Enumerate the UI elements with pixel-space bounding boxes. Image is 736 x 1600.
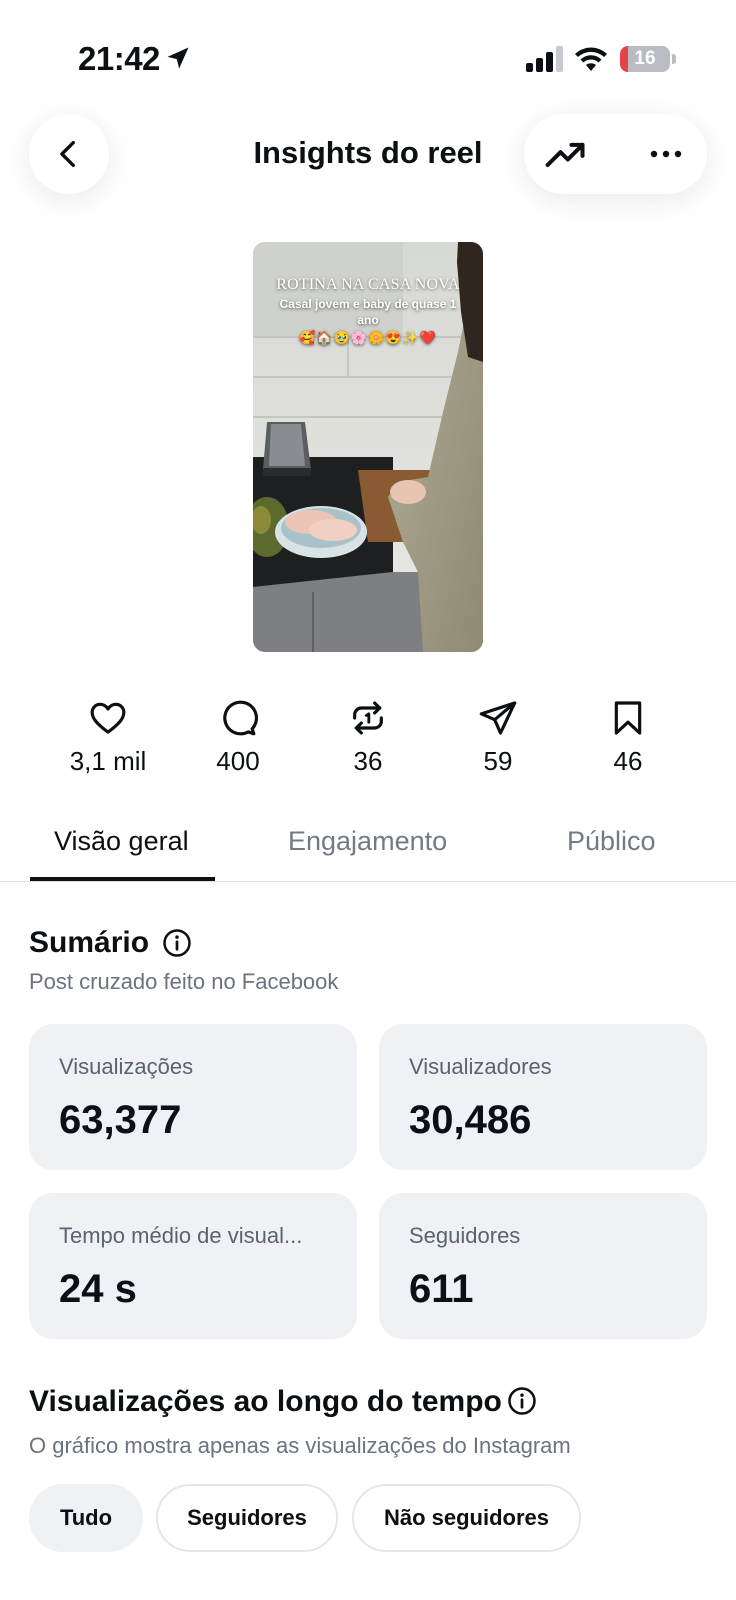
stat-likes-value: 3,1 mil [69,746,147,776]
stat-shares-value: 59 [483,746,513,776]
reel-overlay-text: ROTINA NA CASA NOVA Casal jovem e baby d… [253,276,483,346]
info-icon[interactable] [162,928,192,958]
share-icon [479,701,517,735]
metric-value: 24 s [59,1267,137,1311]
metric-label: Tempo médio de visual... [59,1223,303,1248]
battery-tip [672,54,676,64]
reel-overlay-title: ROTINA NA CASA NOVA [276,276,460,293]
stat-comments[interactable]: 400 [173,698,303,777]
info-icon[interactable] [507,1386,537,1416]
filter-chip-followers[interactable]: Seguidores [156,1484,338,1552]
heart-icon [90,702,126,734]
stat-shares[interactable]: 59 [433,698,563,777]
back-button[interactable] [29,114,109,194]
summary-title: Sumário [29,926,150,959]
stat-saves[interactable]: 46 [563,698,693,777]
wifi-icon [575,47,607,71]
tab-engagement[interactable]: Engajamento [288,826,447,857]
more-options-button[interactable] [642,130,690,178]
metric-card-viewers[interactable]: Visualizadores 30,486 [379,1024,707,1170]
summary-subtitle: Post cruzado feito no Facebook [29,969,339,994]
repost-icon [353,701,383,735]
comment-icon [223,700,258,736]
filter-chip-non-followers[interactable]: Não seguidores [352,1484,581,1552]
metric-label: Seguidores [409,1223,521,1248]
reel-overlay-emojis: 🥰🏠🥹🌸🌼😍✨❤️ [299,330,437,345]
trending-up-icon [545,142,585,168]
tab-overview[interactable]: Visão geral [54,826,189,857]
metric-card-avg-watch-time[interactable]: Tempo médio de visual... 24 s [29,1193,357,1339]
page-title: Insights do reel [253,135,483,170]
header-actions [524,114,707,194]
reel-thumbnail[interactable]: ROTINA NA CASA NOVA Casal jovem e baby d… [253,242,483,652]
status-time: 21:42 [78,40,160,77]
metric-value: 611 [409,1267,474,1311]
chevron-left-icon [60,140,75,168]
views-over-time-subtitle: O gráfico mostra apenas as visualizações… [29,1433,571,1458]
metric-label: Visualizações [59,1054,194,1079]
views-over-time-title: Visualizações ao longo do tempo [29,1385,502,1418]
location-arrow-icon [167,47,189,69]
stat-saves-value: 46 [613,746,643,776]
stat-likes[interactable]: 3,1 mil [43,698,173,777]
stat-reposts-value: 36 [353,746,383,776]
metric-card-views[interactable]: Visualizações 63,377 [29,1024,357,1170]
trending-button[interactable] [542,130,590,178]
cellular-signal-icon [526,46,563,72]
tab-divider [0,881,736,882]
status-bar: 21:42 16 [0,0,736,110]
battery-icon: 16 [620,46,670,72]
tab-audience[interactable]: Público [567,826,656,857]
bookmark-icon [614,701,642,735]
stat-comments-value: 400 [216,746,260,776]
reel-overlay-subtitle: Casal jovem e baby de quase 1 ano [279,297,457,327]
metric-card-followers[interactable]: Seguidores 611 [379,1193,707,1339]
filter-chip-all[interactable]: Tudo [29,1484,143,1552]
battery-percent: 16 [634,48,656,69]
stat-reposts[interactable]: 36 [303,698,433,777]
metric-label: Visualizadores [409,1054,552,1079]
metric-value: 30,486 [409,1098,532,1142]
metric-value: 63,377 [59,1098,182,1142]
more-horizontal-icon [650,150,682,158]
